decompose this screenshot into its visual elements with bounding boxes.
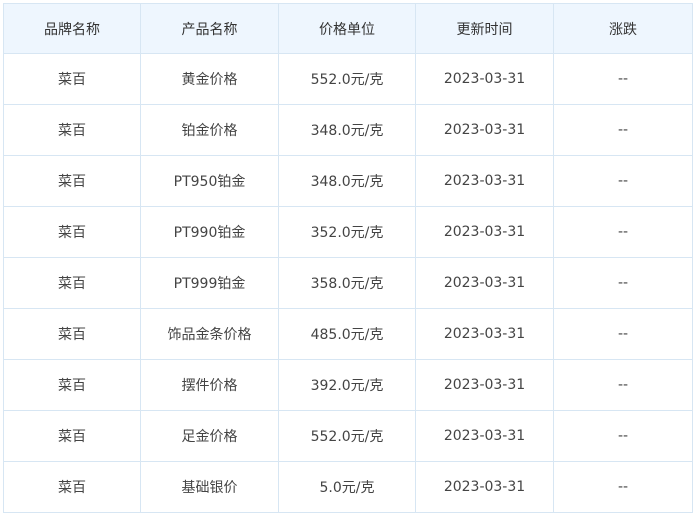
cell-product: 黄金价格 <box>140 53 279 105</box>
cell-brand: 菜百 <box>3 155 141 207</box>
cell-date: 2023-03-31 <box>415 308 554 360</box>
cell-date: 2023-03-31 <box>415 257 554 309</box>
price-table: 品牌名称 产品名称 价格单位 更新时间 涨跌 菜百 黄金价格 552.0元/克 … <box>3 3 693 513</box>
cell-product: 基础银价 <box>140 461 279 513</box>
cell-brand: 菜百 <box>3 359 141 411</box>
header-brand: 品牌名称 <box>3 3 141 54</box>
cell-price: 358.0元/克 <box>278 257 416 309</box>
cell-change: -- <box>553 104 693 156</box>
header-price-unit: 价格单位 <box>278 3 416 54</box>
cell-price: 5.0元/克 <box>278 461 416 513</box>
cell-date: 2023-03-31 <box>415 359 554 411</box>
table-row: 菜百 基础银价 5.0元/克 2023-03-31 -- <box>3 461 693 513</box>
cell-date: 2023-03-31 <box>415 53 554 105</box>
header-product: 产品名称 <box>140 3 279 54</box>
cell-change: -- <box>553 308 693 360</box>
cell-change: -- <box>553 206 693 258</box>
cell-date: 2023-03-31 <box>415 104 554 156</box>
cell-brand: 菜百 <box>3 257 141 309</box>
table-row: 菜百 PT999铂金 358.0元/克 2023-03-31 -- <box>3 257 693 309</box>
cell-price: 392.0元/克 <box>278 359 416 411</box>
cell-brand: 菜百 <box>3 461 141 513</box>
cell-date: 2023-03-31 <box>415 155 554 207</box>
cell-change: -- <box>553 461 693 513</box>
cell-brand: 菜百 <box>3 104 141 156</box>
cell-change: -- <box>553 359 693 411</box>
cell-date: 2023-03-31 <box>415 461 554 513</box>
cell-date: 2023-03-31 <box>415 206 554 258</box>
cell-change: -- <box>553 257 693 309</box>
cell-brand: 菜百 <box>3 308 141 360</box>
cell-change: -- <box>553 155 693 207</box>
cell-product: 铂金价格 <box>140 104 279 156</box>
table-row: 菜百 铂金价格 348.0元/克 2023-03-31 -- <box>3 104 693 156</box>
cell-product: PT990铂金 <box>140 206 279 258</box>
cell-product: 摆件价格 <box>140 359 279 411</box>
cell-change: -- <box>553 53 693 105</box>
header-update-time: 更新时间 <box>415 3 554 54</box>
table-header-row: 品牌名称 产品名称 价格单位 更新时间 涨跌 <box>3 3 693 54</box>
header-change: 涨跌 <box>553 3 693 54</box>
cell-brand: 菜百 <box>3 410 141 462</box>
cell-price: 348.0元/克 <box>278 104 416 156</box>
price-table-container: 品牌名称 产品名称 价格单位 更新时间 涨跌 菜百 黄金价格 552.0元/克 … <box>3 3 693 513</box>
cell-price: 485.0元/克 <box>278 308 416 360</box>
cell-brand: 菜百 <box>3 53 141 105</box>
table-row: 菜百 足金价格 552.0元/克 2023-03-31 -- <box>3 410 693 462</box>
table-row: 菜百 黄金价格 552.0元/克 2023-03-31 -- <box>3 53 693 105</box>
cell-date: 2023-03-31 <box>415 410 554 462</box>
cell-price: 348.0元/克 <box>278 155 416 207</box>
cell-price: 352.0元/克 <box>278 206 416 258</box>
cell-change: -- <box>553 410 693 462</box>
table-row: 菜百 PT950铂金 348.0元/克 2023-03-31 -- <box>3 155 693 207</box>
cell-product: PT950铂金 <box>140 155 279 207</box>
cell-product: 饰品金条价格 <box>140 308 279 360</box>
cell-product: 足金价格 <box>140 410 279 462</box>
cell-brand: 菜百 <box>3 206 141 258</box>
table-row: 菜百 饰品金条价格 485.0元/克 2023-03-31 -- <box>3 308 693 360</box>
table-row: 菜百 PT990铂金 352.0元/克 2023-03-31 -- <box>3 206 693 258</box>
table-row: 菜百 摆件价格 392.0元/克 2023-03-31 -- <box>3 359 693 411</box>
cell-price: 552.0元/克 <box>278 53 416 105</box>
cell-price: 552.0元/克 <box>278 410 416 462</box>
cell-product: PT999铂金 <box>140 257 279 309</box>
